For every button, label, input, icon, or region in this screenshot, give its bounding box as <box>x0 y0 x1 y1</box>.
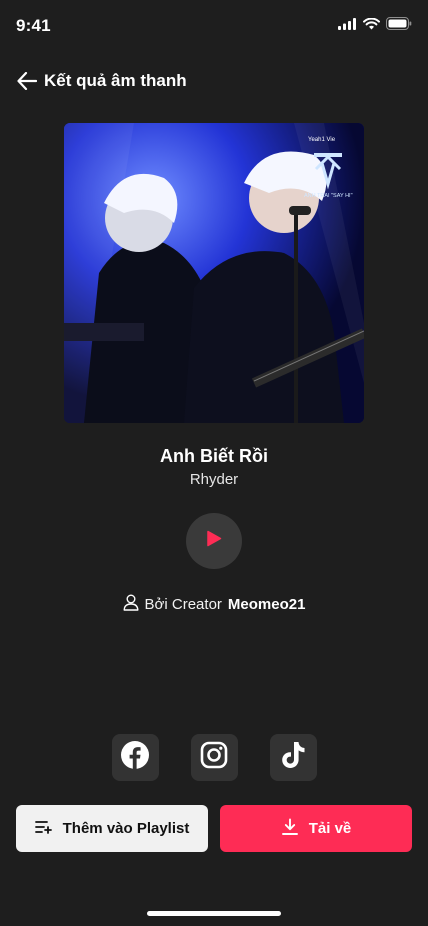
status-time: 9:41 <box>16 16 51 35</box>
play-icon <box>206 530 222 552</box>
user-icon <box>123 594 139 615</box>
album-cover: Yeah1 Vie ANH TRAI "SAY HI" <box>64 123 364 423</box>
battery-icon <box>386 17 412 35</box>
instagram-icon <box>200 741 228 774</box>
social-share <box>0 734 428 781</box>
song-title: Anh Biết Rồi <box>160 446 268 466</box>
page-title: Kết quả âm thanh <box>44 71 187 90</box>
signal-icon <box>338 17 357 35</box>
share-instagram-button[interactable] <box>190 734 238 781</box>
facebook-icon <box>121 741 149 774</box>
show-logo-text: ANH TRAI "SAY HI" <box>304 193 353 199</box>
arrow-left-icon <box>17 71 38 95</box>
status-bar: 9:41 <box>0 0 428 50</box>
creator-info: Bởi Creator Meomeo21 <box>0 594 428 615</box>
status-icons <box>338 17 412 35</box>
back-button[interactable] <box>14 70 40 96</box>
header: Kết quả âm thanh <box>0 64 428 100</box>
tiktok-icon <box>280 741 306 774</box>
creator-name[interactable]: Meomeo21 <box>228 596 306 613</box>
download-label: Tải về <box>308 820 352 837</box>
share-tiktok-button[interactable] <box>269 734 317 781</box>
wifi-icon <box>363 17 380 35</box>
creator-prefix: Bởi Creator <box>144 596 222 613</box>
download-button[interactable]: Tải về <box>220 805 412 852</box>
play-button[interactable] <box>186 513 242 569</box>
brand-text: Yeah1 Vie <box>308 137 336 143</box>
home-indicator[interactable] <box>147 911 281 916</box>
song-artist: Rhyder <box>189 471 239 488</box>
playlist-add-icon <box>34 820 53 838</box>
download-icon <box>281 818 299 840</box>
add-to-playlist-button[interactable]: Thêm vào Playlist <box>16 805 208 852</box>
add-to-playlist-label: Thêm vào Playlist <box>62 820 190 837</box>
share-facebook-button[interactable] <box>111 734 159 781</box>
